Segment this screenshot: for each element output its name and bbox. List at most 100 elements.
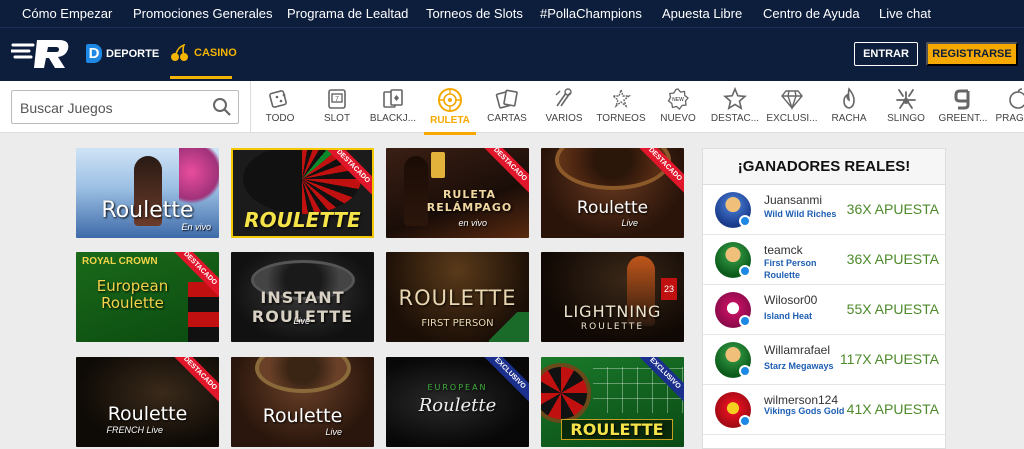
game-subtitle: FRENCH Live xyxy=(106,425,163,435)
verified-badge-icon xyxy=(739,265,751,277)
game-card-ruleta-relampago[interactable]: RULETA RELÁMPAGO en vivo DESTACADO xyxy=(386,148,529,238)
winner-multiplier: 55X APUESTA xyxy=(846,301,939,317)
winner-row[interactable]: Willamrafael Starz Megaways 117X APUESTA xyxy=(703,335,945,385)
game-card-instant-roulette[interactable]: INSTANT ROULETTE Live xyxy=(231,252,374,342)
tab-casino-label: CASINO xyxy=(194,47,237,59)
game-card-roulette-first-person[interactable]: ROULETTE FIRST PERSON xyxy=(386,252,529,342)
search-box xyxy=(11,90,239,124)
game-card-lightning-roulette[interactable]: 23 LIGHTNING ROULETTE xyxy=(541,252,684,342)
login-button[interactable]: ENTRAR xyxy=(854,42,918,66)
tab-deporte-label: DEPORTE xyxy=(106,47,160,60)
game-card-roulette-green[interactable]: ROULETTE EXCLUSIVO xyxy=(541,357,684,447)
game-subtitle: ROULETTE xyxy=(580,322,645,332)
winner-row[interactable]: wilmerson124 Vikings Gods Gold 41X APUES… xyxy=(703,385,945,435)
nav-como-empezar[interactable]: Cómo Empezar xyxy=(22,6,112,21)
category-greentube[interactable]: GREENT... xyxy=(935,85,991,131)
nav-apuesta-libre[interactable]: Apuesta Libre xyxy=(662,6,742,21)
game-title: Roulette xyxy=(418,395,497,416)
winner-row[interactable]: Juansanmi Wild Wild Riches 36X APUESTA xyxy=(703,185,945,235)
number-card: 23 xyxy=(661,278,677,300)
category-label: GREENT... xyxy=(938,113,988,124)
category-varios[interactable]: VARIOS xyxy=(536,85,592,131)
game-title: ROULETTE xyxy=(244,208,361,232)
nav-promociones[interactable]: Promociones Generales xyxy=(133,6,272,21)
roulette-wheel xyxy=(541,363,591,423)
search-icon[interactable] xyxy=(212,97,232,117)
game-title: European Roulette xyxy=(96,277,169,312)
search-input[interactable] xyxy=(20,98,205,118)
category-label: SLOT xyxy=(323,113,351,124)
roulette-icon xyxy=(438,88,462,112)
dice-icon xyxy=(269,90,287,108)
category-cartas[interactable]: CARTAS xyxy=(479,85,535,131)
nav-centro-ayuda[interactable]: Centro de Ayuda xyxy=(763,6,860,21)
winners-title: ¡GANADORES REALES! xyxy=(703,149,945,185)
category-filter-bar: TODO 7 SLOT BLACKJ... RULETA CARTAS VARI… xyxy=(0,81,1024,135)
felt-decor xyxy=(489,312,529,342)
nav-torneos-slots[interactable]: Torneos de Slots xyxy=(426,6,523,21)
winner-multiplier: 41X APUESTA xyxy=(846,401,939,417)
featured-ribbon: DESTACADO xyxy=(166,357,219,408)
slot-icon: 7 xyxy=(328,89,346,109)
category-torneos[interactable]: TORNEOS xyxy=(593,85,649,131)
misc-icon xyxy=(555,88,572,107)
brand-logo[interactable] xyxy=(11,37,71,71)
playing-cards-icon xyxy=(495,89,518,109)
verified-badge-icon xyxy=(739,315,751,327)
category-slingo[interactable]: SLINGO xyxy=(878,85,934,131)
winner-username: teamck xyxy=(764,243,803,257)
game-subtitle: EUROPEAN xyxy=(427,383,488,392)
category-destacado[interactable]: DESTAC... xyxy=(707,85,763,131)
game-title: LIGHTNING xyxy=(563,302,662,321)
winner-game: First Person Roulette xyxy=(764,258,817,280)
category-pragmatic[interactable]: PRAGM... xyxy=(990,85,1024,131)
new-icon: NEW xyxy=(667,88,689,110)
game-title: Roulette xyxy=(101,198,194,223)
category-label: BLACKJ... xyxy=(369,113,417,124)
game-card-european-roulette[interactable]: ROYAL CROWN European Roulette DESTACADO xyxy=(76,252,219,342)
winner-game: Vikings Gods Gold xyxy=(764,406,845,416)
category-slot[interactable]: 7 SLOT xyxy=(309,85,365,131)
winner-username: Willamrafael xyxy=(764,343,831,357)
category-exclusivo[interactable]: EXCLUSI... xyxy=(764,85,820,131)
game-title: ROULETTE xyxy=(561,419,673,440)
category-label: VARIOS xyxy=(545,113,583,124)
category-label: TORNEOS xyxy=(596,113,646,124)
category-label: DESTAC... xyxy=(710,113,760,124)
category-racha[interactable]: RACHA xyxy=(821,85,877,131)
winner-username: Wilosor00 xyxy=(764,293,818,307)
game-card-roulette-live[interactable]: Roulette Live DESTACADO xyxy=(541,148,684,238)
game-card-roulette[interactable]: ROULETTE DESTACADO xyxy=(231,148,374,238)
nav-pollachampions[interactable]: #PollaChampions xyxy=(540,6,642,21)
roulette-wheel xyxy=(255,357,351,393)
game-card-french-roulette[interactable]: Roulette FRENCH Live DESTACADO xyxy=(76,357,219,447)
category-label: RACHA xyxy=(831,113,867,124)
game-subtitle: Live xyxy=(293,316,310,326)
cards-icon xyxy=(383,89,403,108)
game-title: Roulette xyxy=(107,403,188,425)
winner-row[interactable]: teamck First Person Roulette 36X APUESTA xyxy=(703,235,945,285)
game-card-roulette-live-2[interactable]: Roulette Live xyxy=(231,357,374,447)
tab-casino[interactable]: CASINO xyxy=(170,44,237,62)
verified-badge-icon xyxy=(739,415,751,427)
category-todo[interactable]: TODO xyxy=(252,85,308,131)
category-ruleta[interactable]: RULETA xyxy=(422,85,478,135)
nav-lealtad[interactable]: Programa de Lealtad xyxy=(287,6,408,21)
diamond-icon xyxy=(781,90,803,111)
winner-row[interactable]: Wilosor00 Island Heat 55X APUESTA xyxy=(703,285,945,335)
svg-text:NEW: NEW xyxy=(672,97,684,103)
nav-live-chat[interactable]: Live chat xyxy=(879,6,931,21)
game-title: Roulette xyxy=(576,198,649,218)
game-title: Roulette xyxy=(262,405,343,427)
register-button[interactable]: REGISTRARSE xyxy=(926,42,1018,66)
category-blackjack[interactable]: BLACKJ... xyxy=(365,85,421,131)
game-card-european-roulette-2[interactable]: EUROPEAN Roulette EXCLUSIVO xyxy=(386,357,529,447)
tab-deporte[interactable]: D DEPORTE xyxy=(86,44,159,63)
category-label: PRAGM... xyxy=(995,113,1024,124)
category-nuevo[interactable]: NEW NUEVO xyxy=(650,85,706,131)
game-card-roulette-envivo[interactable]: Roulette En vivo xyxy=(76,148,219,238)
category-label: NUEVO xyxy=(660,113,696,124)
verified-badge-icon xyxy=(739,365,751,377)
winner-game: Island Heat xyxy=(764,311,813,321)
category-label: RULETA xyxy=(430,115,470,126)
